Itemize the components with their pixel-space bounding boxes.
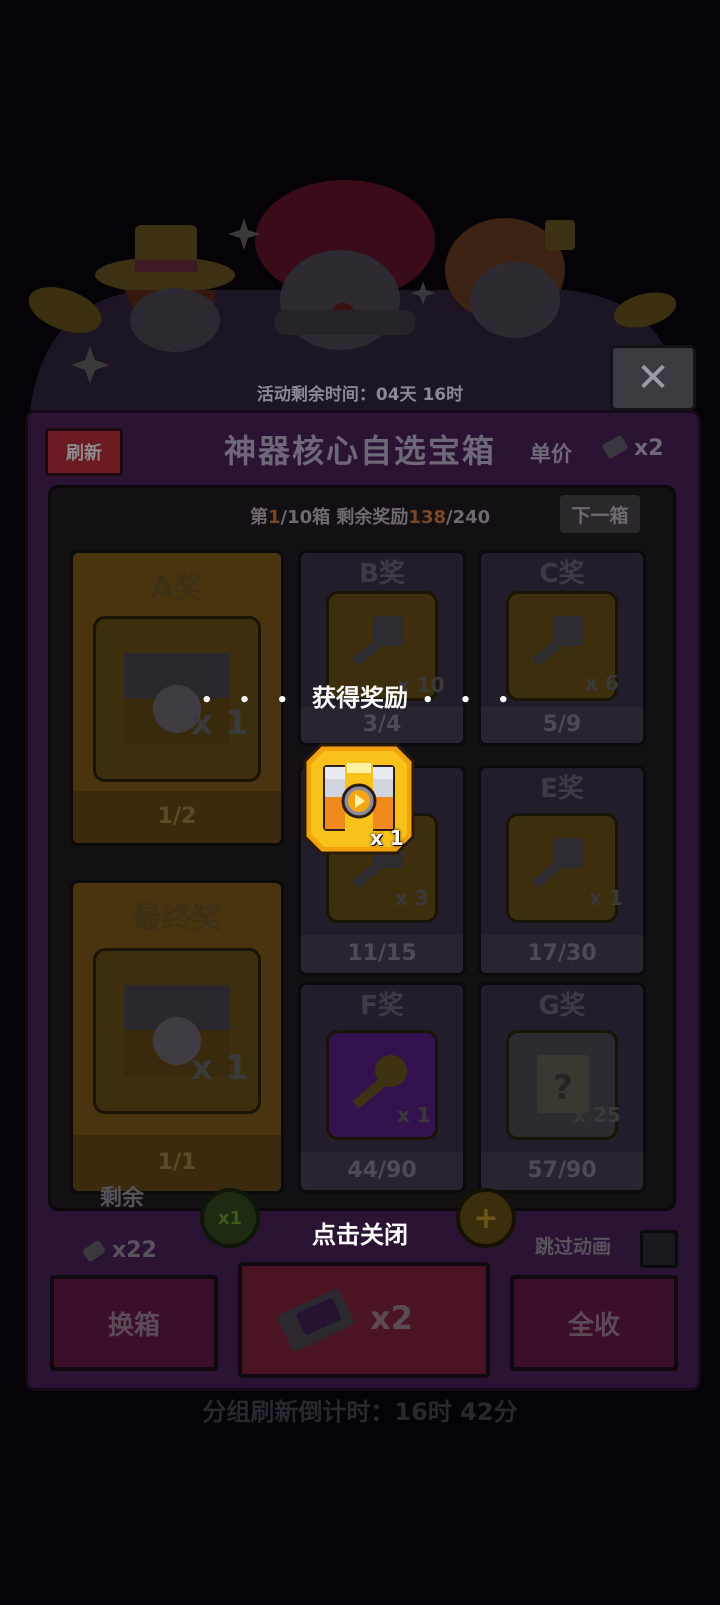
prize-qty: x 1 — [589, 886, 623, 910]
prize-card-c[interactable]: C奖 x 6 5/9 — [478, 550, 646, 746]
unit-price-count: x2 — [634, 436, 664, 461]
prize-title: G奖 — [538, 991, 586, 1021]
draw-cost: x2 — [370, 1299, 413, 1337]
remaining-label: 剩余 — [100, 1186, 145, 1211]
artifact-core-chest-icon — [93, 948, 261, 1114]
next-box-button[interactable]: 下一箱 — [560, 495, 640, 533]
prize-title: A奖 — [150, 571, 204, 606]
prize-qty: x 25 — [573, 1103, 621, 1127]
prize-count: 17/30 — [481, 935, 643, 973]
group-refresh-countdown: 分组刷新倒计时：16时 42分 — [202, 1398, 518, 1426]
prize-qty: x 1 — [191, 1048, 249, 1088]
ticket-icon — [278, 1289, 354, 1351]
box-progress: 第1/10箱 剩余奖励138/240 — [250, 507, 491, 528]
prize-qty: x 3 — [395, 886, 429, 910]
reward-title-text: 获得奖励 — [312, 684, 408, 712]
draw-button[interactable]: x2 — [238, 1262, 490, 1378]
prize-card-g[interactable]: G奖 ? x 25 57/90 — [478, 982, 646, 1193]
prize-title: E奖 — [540, 774, 584, 804]
swap-box-button[interactable]: 换箱 — [50, 1275, 218, 1371]
prize-card-f[interactable]: F奖 x 1 44/90 — [298, 982, 466, 1193]
unit-price-label: 单价 — [530, 442, 572, 466]
prize-count: 11/15 — [301, 935, 463, 973]
tap-to-close[interactable]: 点击关闭 — [0, 1215, 720, 1250]
dots-decoration-left: • • • — [200, 690, 298, 711]
close-button[interactable]: ✕ — [610, 345, 696, 411]
reward-qty: x 1 — [370, 826, 404, 850]
prize-title: C奖 — [539, 559, 585, 589]
reward-title: • • • 获得奖励 • • • — [0, 678, 720, 713]
event-characters-banner — [28, 180, 680, 410]
prize-card-final[interactable]: 最终奖 x 1 1/1 — [70, 880, 284, 1194]
prize-title: 最终奖 — [132, 901, 222, 936]
collect-all-button[interactable]: 全收 — [510, 1275, 678, 1371]
prize-card-e[interactable]: E奖 x 1 17/30 — [478, 765, 646, 976]
dots-decoration-right: • • • — [422, 690, 520, 711]
close-x-icon: ✕ — [636, 355, 670, 401]
prize-title: B奖 — [359, 559, 405, 589]
prize-qty: x 1 — [397, 1103, 431, 1127]
prize-count: 1/2 — [73, 791, 281, 843]
ticket-icon — [602, 435, 628, 459]
prize-count: 57/90 — [481, 1152, 643, 1190]
svg-text:?: ? — [553, 1068, 573, 1108]
prize-title: F奖 — [360, 991, 404, 1021]
prize-card-b[interactable]: B奖 x 10 3/4 — [298, 550, 466, 746]
prize-count: 44/90 — [301, 1152, 463, 1190]
